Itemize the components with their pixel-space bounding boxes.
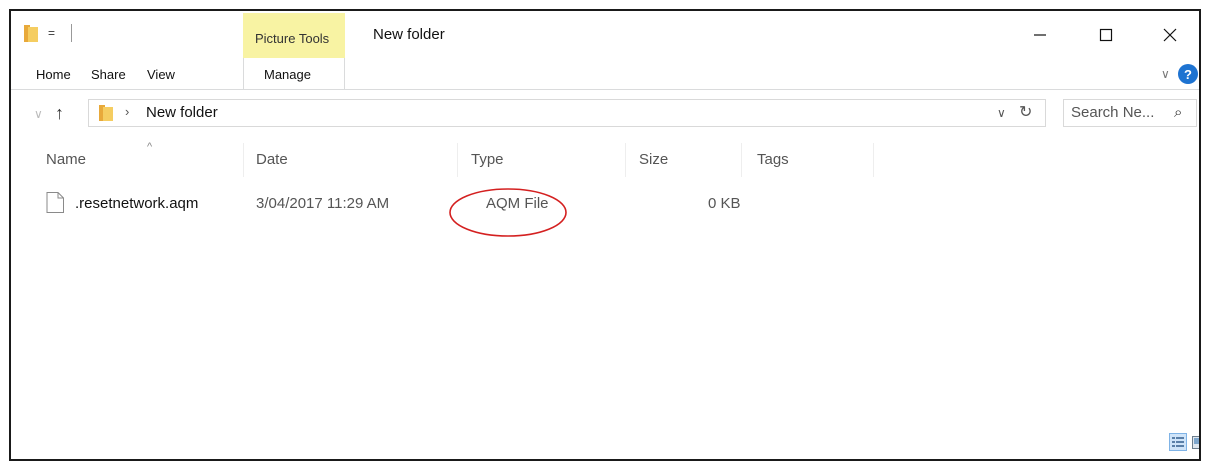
close-icon: [1163, 28, 1177, 42]
file-explorer-window: = Picture Tools New folder Home Share Vi…: [9, 9, 1201, 461]
column-header-size[interactable]: Size: [639, 151, 668, 168]
tab-view[interactable]: View: [147, 67, 175, 82]
red-highlight-circle: [449, 188, 567, 237]
breadcrumb-new-folder[interactable]: New folder: [146, 104, 218, 121]
file-size: 0 KB: [708, 195, 741, 212]
minimize-icon: [1034, 34, 1046, 36]
column-divider[interactable]: [625, 143, 626, 177]
window-title: New folder: [373, 26, 445, 43]
help-icon[interactable]: ?: [1178, 64, 1198, 84]
column-divider[interactable]: [243, 143, 244, 177]
column-divider[interactable]: [741, 143, 742, 177]
tab-manage[interactable]: Manage: [243, 58, 345, 89]
up-arrow-icon[interactable]: ↑: [55, 103, 64, 124]
folder-icon: [24, 25, 38, 42]
details-view-button[interactable]: [1169, 433, 1187, 451]
recent-locations-icon[interactable]: ∨: [34, 107, 43, 121]
picture-tools-label: Picture Tools: [255, 31, 330, 46]
column-header-tags[interactable]: Tags: [757, 151, 789, 168]
search-input[interactable]: Search Ne... ⌕: [1063, 99, 1197, 127]
breadcrumb-separator-icon[interactable]: ›: [125, 104, 129, 119]
sort-ascending-icon: ^: [147, 141, 153, 153]
tab-home[interactable]: Home: [36, 67, 71, 82]
title-bar: = Picture Tools New folder: [11, 11, 1199, 59]
refresh-icon[interactable]: ↻: [1019, 102, 1032, 122]
navigation-bar: ∨ ↑ › New folder ∨ ↻ Search Ne... ⌕: [11, 89, 1199, 141]
maximize-button[interactable]: [1083, 15, 1129, 55]
address-bar[interactable]: › New folder ∨ ↻: [88, 99, 1046, 127]
generic-file-icon: [46, 192, 64, 213]
column-header-date[interactable]: Date: [256, 151, 288, 168]
file-date: 3/04/2017 11:29 AM: [256, 195, 390, 212]
column-header-name[interactable]: Name: [46, 151, 86, 168]
file-name: .resetnetwork.aqm: [75, 195, 199, 212]
toolbar-divider: [71, 24, 72, 42]
tab-share[interactable]: Share: [91, 67, 126, 82]
expand-ribbon-icon[interactable]: ∨: [1161, 67, 1170, 81]
ribbon-tab-bar: Home Share View Manage ∨ ?: [11, 58, 1199, 90]
file-list-item[interactable]: .resetnetwork.aqm 3/04/2017 11:29 AM AQM…: [46, 189, 766, 219]
search-icon[interactable]: ⌕: [1174, 104, 1182, 121]
column-divider[interactable]: [873, 143, 874, 177]
tab-manage-label: Manage: [264, 67, 311, 82]
quick-access-dropdown-icon[interactable]: =: [48, 25, 55, 41]
picture-tools-context-tab: Picture Tools: [243, 13, 345, 59]
column-header-row: ^ Name Date Type Size Tags: [11, 141, 1199, 179]
large-icons-view-icon: [1192, 435, 1199, 449]
column-header-type[interactable]: Type: [471, 151, 504, 168]
close-button[interactable]: [1147, 15, 1193, 55]
minimize-button[interactable]: [1017, 15, 1063, 55]
large-icons-view-button[interactable]: [1191, 433, 1199, 451]
search-placeholder: Search Ne...: [1071, 104, 1155, 121]
folder-icon: [99, 105, 113, 121]
details-view-icon: [1172, 437, 1184, 447]
address-dropdown-icon[interactable]: ∨: [997, 106, 1006, 120]
column-divider[interactable]: [457, 143, 458, 177]
maximize-icon: [1099, 28, 1113, 42]
